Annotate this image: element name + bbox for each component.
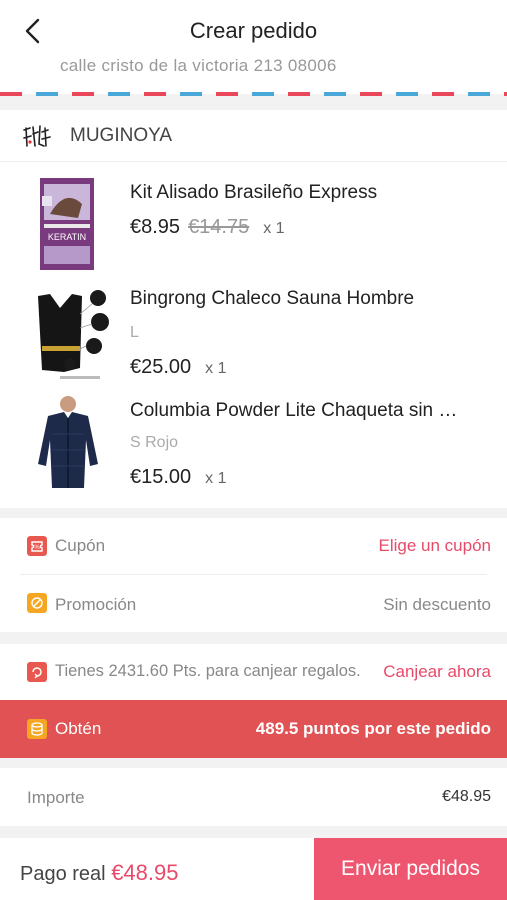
product-price: €15.00: [130, 466, 192, 488]
product-price-line: €25.00 x 1: [130, 356, 227, 379]
coupon-row[interactable]: % Cupón Elige un cupón: [0, 518, 507, 574]
product-price: €25.00: [130, 356, 192, 378]
coupon-value: Elige un cupón: [378, 536, 491, 555]
earn-points-banner: Obtén 489.5 puntos por este pedido: [0, 700, 507, 758]
product-name: Columbia Powder Lite Chaqueta sin …: [130, 400, 458, 421]
product-thumbnail-jacket: [38, 396, 98, 488]
page-title: Crear pedido: [189, 18, 318, 43]
address-section[interactable]: calle cristo de la victoria 213 08006: [0, 50, 507, 94]
promotion-label: Promoción: [55, 595, 137, 614]
product-qty: x 1: [263, 220, 285, 237]
promotion-icon: [27, 593, 47, 613]
product-thumbnail-vest: [38, 290, 109, 379]
amount-row: Importe €48.95: [0, 768, 507, 826]
points-row[interactable]: Tienes 2431.60 Pts. para canjear regalos…: [0, 644, 507, 700]
coin-stack-icon: [27, 719, 47, 739]
pay-label: Pago real: [20, 863, 106, 885]
promotion-value: Sin descuento: [383, 595, 491, 614]
shop-logo-icon: [23, 125, 51, 147]
earn-value: 489.5 puntos por este pedido: [255, 719, 491, 738]
product-price-line: €15.00 x 1: [130, 466, 227, 489]
coupon-icon: %: [27, 536, 47, 556]
address-line: calle cristo de la victoria 213 08006: [60, 56, 337, 75]
shop-header[interactable]: MUGINOYA: [0, 110, 507, 162]
product-qty: x 1: [205, 360, 227, 377]
promotion-row[interactable]: Promoción Sin descuento: [0, 575, 507, 632]
product-price: €8.95: [130, 216, 181, 238]
product-variant: L: [130, 324, 139, 341]
shop-name: MUGINOYA: [70, 125, 173, 146]
product-variant: S Rojo: [130, 434, 179, 451]
submit-order-button[interactable]: Enviar pedidos: [314, 838, 507, 900]
product-name: Bingrong Chaleco Sauna Hombre: [130, 288, 415, 309]
shop-section: MUGINOYA KERATIN Kit Alisado Brasileño E…: [0, 110, 507, 508]
svg-text:KERATIN: KERATIN: [48, 232, 86, 242]
product-item[interactable]: Columbia Powder Lite Chaqueta sin … S Ro…: [0, 392, 507, 502]
earn-label: Obtén: [55, 719, 102, 738]
pay-total: Pago real €48.95: [20, 860, 178, 886]
product-old-price: €14.75: [188, 216, 250, 238]
envelope-stripe: [0, 92, 507, 96]
svg-text:%: %: [34, 545, 40, 551]
checkout-bar: Pago real €48.95 Enviar pedidos: [0, 838, 507, 900]
pay-amount: €48.95: [111, 860, 179, 885]
amount-label: Importe: [27, 788, 85, 807]
points-icon: [27, 662, 47, 682]
product-item[interactable]: KERATIN Kit Alisado Brasileño Express €8…: [0, 168, 507, 278]
product-thumbnail-keratin: KERATIN: [40, 178, 94, 270]
product-price-line: €8.95 €14.75 x 1: [130, 216, 285, 239]
discount-section: % Cupón Elige un cupón Promoción Sin des…: [0, 518, 507, 632]
product-qty: x 1: [205, 470, 227, 487]
product-name: Kit Alisado Brasileño Express: [130, 182, 378, 203]
redeem-now-link[interactable]: Canjear ahora: [383, 662, 491, 682]
product-item[interactable]: Bingrong Chaleco Sauna Hombre L €25.00 x …: [0, 280, 507, 390]
coupon-label: Cupón: [55, 536, 106, 555]
amount-value: €48.95: [442, 788, 491, 805]
points-text: Tienes 2431.60 Pts. para canjear regalos…: [55, 662, 361, 680]
